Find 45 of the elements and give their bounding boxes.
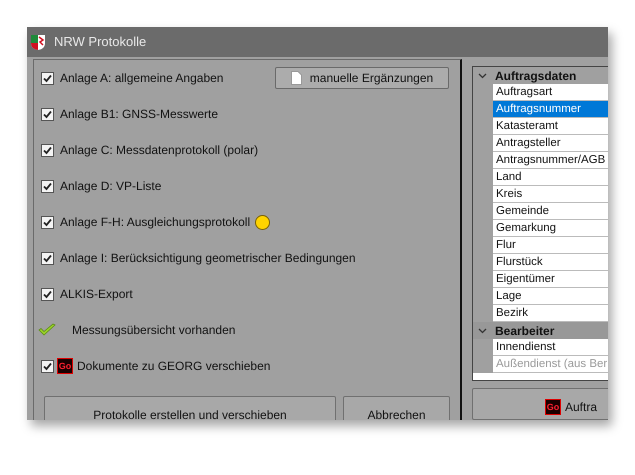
document-icon — [290, 71, 302, 85]
tree-item[interactable]: Flur — [493, 237, 608, 254]
tree-item[interactable]: Antragsteller — [493, 135, 608, 152]
window-title: NRW Protokolle — [54, 33, 146, 52]
tree-item[interactable]: Katasteramt — [493, 118, 608, 135]
order-button[interactable]: Go Auftra — [472, 388, 608, 420]
checkbox[interactable] — [41, 108, 54, 120]
checkbox[interactable] — [41, 144, 54, 156]
tree-item[interactable]: Gemarkung — [493, 220, 608, 237]
checkbox[interactable] — [41, 72, 54, 84]
tree-item[interactable]: Lage — [493, 288, 608, 305]
chevron-icon — [478, 328, 487, 334]
chevron-icon — [478, 72, 487, 78]
create-protocols-button[interactable]: Protokolle erstellen und verschieben — [44, 396, 336, 420]
option-label: Anlage B1: GNSS-Messwerte — [60, 106, 218, 123]
tree-item[interactable]: Kreis — [493, 186, 608, 203]
checkbox[interactable] — [41, 288, 54, 300]
check-mark-icon — [38, 323, 56, 337]
checkbox[interactable] — [41, 216, 54, 228]
option-label: Anlage A: allgemeine Angaben — [60, 70, 224, 87]
tree-item[interactable]: Auftragsnummer — [493, 101, 608, 118]
option-label: Anlage D: VP-Liste — [60, 178, 162, 195]
option-label: Anlage I: Berücksichtigung geometrischer Bedingungen — [60, 250, 356, 267]
option-label: Anlage F-H: Ausgleichungsprotokoll — [60, 214, 250, 231]
tree-group-header[interactable]: Bearbeiter — [473, 322, 608, 339]
tree-item[interactable]: Gemeinde — [493, 203, 608, 220]
option-label: Messungsübersicht vorhanden — [72, 322, 236, 339]
tree-item[interactable]: Bezirk — [493, 305, 608, 322]
checkbox[interactable] — [41, 180, 54, 192]
manual-additions-button[interactable]: manuelle Ergänzungen — [275, 67, 449, 89]
option-label: Dokumente zu GEORG verschieben — [77, 358, 270, 375]
option-label: Anlage C: Messdatenprotokoll (polar) — [60, 142, 258, 159]
option-label: ALKIS-Export — [60, 286, 133, 303]
checkbox[interactable] — [41, 252, 54, 264]
tree-item[interactable]: Eigentümer — [493, 271, 608, 288]
tree-item[interactable]: Innendienst — [493, 339, 608, 356]
cancel-button[interactable]: Abbrechen — [343, 396, 450, 420]
checkbox[interactable] — [41, 360, 54, 372]
tree-item[interactable]: Antragsnummer/AGB — [493, 152, 608, 169]
tree-item[interactable]: Flurstück — [493, 254, 608, 271]
go-logo-icon: Go — [545, 399, 561, 416]
coat-of-arms-icon — [30, 34, 46, 50]
tree-item[interactable]: Auftragsart — [493, 84, 608, 101]
tree-item[interactable]: Land — [493, 169, 608, 186]
go-logo-icon: Go — [57, 358, 73, 374]
